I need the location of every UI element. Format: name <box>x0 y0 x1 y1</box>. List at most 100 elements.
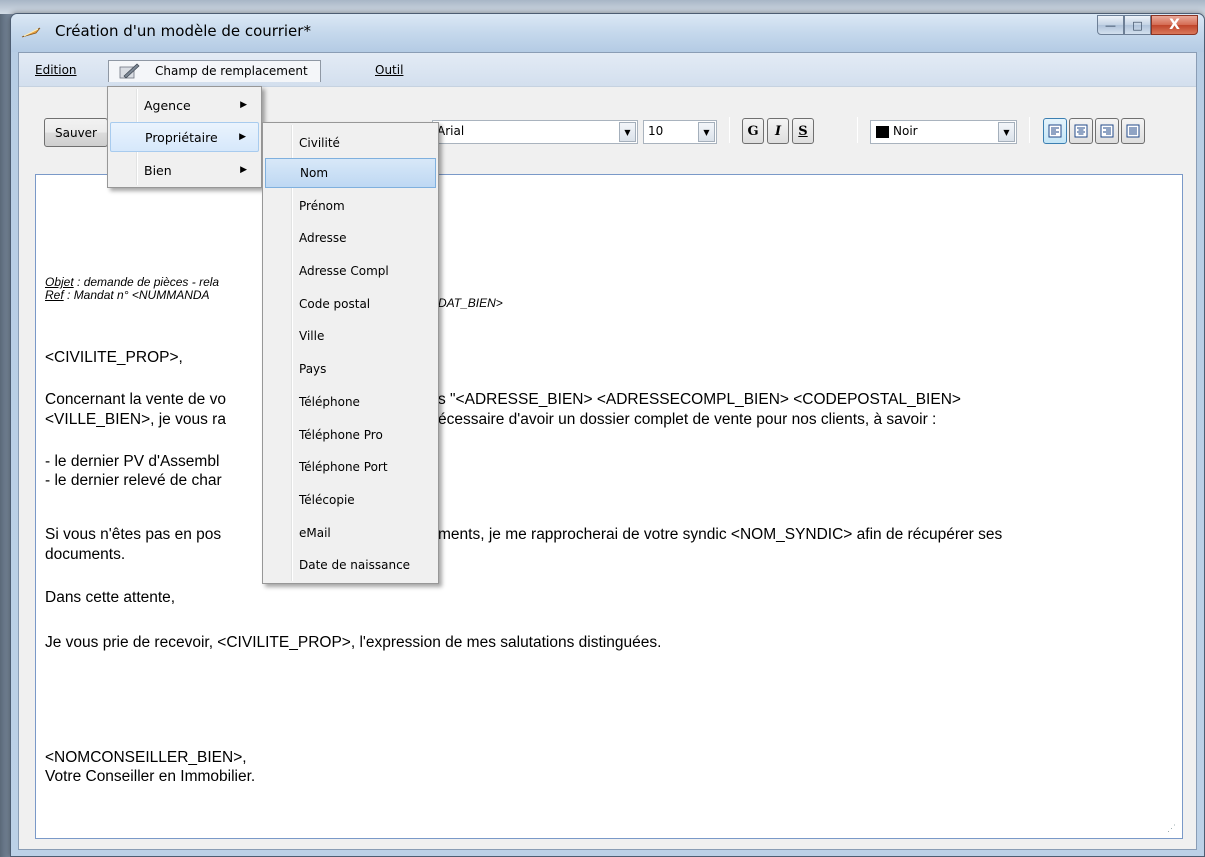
menu-pen-icon <box>119 63 140 79</box>
toolbar-separator <box>1029 117 1030 143</box>
underline-button[interactable]: S <box>792 118 814 144</box>
close-icon: X <box>1169 17 1180 33</box>
align-center-icon <box>1074 124 1088 138</box>
align-right-button[interactable] <box>1095 118 1119 144</box>
submenu-item-nom[interactable]: Nom <box>265 158 436 188</box>
dropdown-arrow-icon[interactable]: ▼ <box>619 122 636 142</box>
para2-line1-end: ments, je me rapprocherai de votre syndi… <box>438 526 1003 543</box>
app-feather-icon <box>21 27 41 38</box>
align-left-button[interactable] <box>1043 118 1067 144</box>
submenu-item-telecopie[interactable]: Télécopie <box>265 485 436 515</box>
submenu-item-email[interactable]: eMail <box>265 518 436 548</box>
color-swatch <box>876 126 889 138</box>
window-title: Création d'un modèle de courrier* <box>55 22 311 40</box>
menu-outil[interactable]: Outil <box>375 63 403 77</box>
ref-text: : Mandat n° <NUMMANDA <box>63 288 210 302</box>
document-editor[interactable]: Objet : demande de pièces - rela Ref : M… <box>35 174 1183 839</box>
justify-icon <box>1126 124 1140 138</box>
ref-label: Ref <box>45 288 64 302</box>
champ-dropdown-menu: Agence ▶ Propriétaire ▶ Bien ▶ <box>107 86 262 188</box>
submenu-item-label: Téléphone <box>299 395 360 409</box>
submenu-item-label: Téléphone Port <box>299 460 388 474</box>
attente-line: Dans cette attente, <box>45 589 176 606</box>
dropdown-arrow-icon[interactable]: ▼ <box>698 122 715 142</box>
minimize-icon: — <box>1105 18 1116 32</box>
menu-outil-label: Outil <box>375 63 404 77</box>
chevron-right-icon: ▶ <box>240 100 247 110</box>
align-left-icon <box>1048 124 1062 138</box>
submenu-item-telephone-port[interactable]: Téléphone Port <box>265 452 436 482</box>
menu-edition-label: Edition <box>35 63 77 77</box>
submenu-item-prenom[interactable]: Prénom <box>265 191 436 221</box>
underline-label: S <box>798 123 808 139</box>
para1-line2-end: écessaire d'avoir un dossier complet de … <box>438 411 937 428</box>
para2-line1-start: Si vous n'êtes pas en pos <box>45 526 222 543</box>
dropdown-arrow-icon[interactable]: ▼ <box>998 122 1015 142</box>
submenu-item-label: Civilité <box>299 136 340 150</box>
submenu-item-date-naissance[interactable]: Date de naissance <box>265 550 436 580</box>
civilite-line: <CIVILITE_PROP>, <box>45 349 183 366</box>
menu-item-bien[interactable]: Bien ▶ <box>110 155 259 185</box>
italic-button[interactable]: I <box>767 118 789 144</box>
menu-champ-de-remplacement[interactable]: Champ de remplacement <box>108 60 321 82</box>
menu-edition[interactable]: Edition <box>35 63 77 77</box>
menu-item-proprietaire[interactable]: Propriétaire ▶ <box>110 122 259 152</box>
objet-line: Objet : demande de pièces - rela <box>45 275 219 289</box>
italic-label: I <box>774 123 782 139</box>
ref-line: Ref : Mandat n° <NUMMANDA <box>45 288 210 302</box>
maximize-button[interactable]: □ <box>1124 15 1151 35</box>
minimize-button[interactable]: — <box>1097 15 1124 35</box>
submenu-item-label: Téléphone Pro <box>299 428 383 442</box>
objet-text: : demande de pièces - rela <box>73 275 220 289</box>
save-button[interactable]: Sauver <box>44 118 108 147</box>
submenu-item-label: Ville <box>299 329 325 343</box>
submenu-item-label: Nom <box>300 166 329 180</box>
font-name-select[interactable]: Arial ▼ <box>432 120 638 144</box>
font-size-select[interactable]: 10 ▼ <box>643 120 717 144</box>
text-color-select[interactable]: Noir ▼ <box>870 120 1017 144</box>
submenu-item-label: Prénom <box>299 199 345 213</box>
submenu-item-label: eMail <box>299 526 331 540</box>
submenu-item-pays[interactable]: Pays <box>265 354 436 384</box>
maximize-icon: □ <box>1132 18 1143 32</box>
list-item: - le dernier relevé de char <box>45 472 222 489</box>
menu-item-label: Agence <box>144 97 191 113</box>
submenu-item-label: Adresse Compl <box>299 264 389 278</box>
ref-line-tail: DAT_BIEN> <box>438 296 503 310</box>
font-size-value: 10 <box>648 124 664 138</box>
conseiller-line: <NOMCONSEILLER_BIEN>, <box>45 749 247 766</box>
submenu-item-ville[interactable]: Ville <box>265 321 436 351</box>
justify-button[interactable] <box>1121 118 1145 144</box>
bold-label: G <box>747 123 759 139</box>
menu-item-agence[interactable]: Agence ▶ <box>110 90 259 120</box>
align-center-button[interactable] <box>1069 118 1093 144</box>
font-name-value: Arial <box>437 124 465 138</box>
toolbar-separator <box>729 117 730 143</box>
submenu-item-telephone[interactable]: Téléphone <box>265 387 436 417</box>
toolbar-separator <box>857 117 858 143</box>
chevron-right-icon: ▶ <box>240 165 247 175</box>
salutations-line: Je vous prie de recevoir, <CIVILITE_PROP… <box>45 634 662 651</box>
objet-label: Objet <box>45 275 74 289</box>
bold-button[interactable]: G <box>742 118 764 144</box>
menu-champ-label: Champ de remplacement <box>155 64 308 78</box>
align-right-icon <box>1100 124 1114 138</box>
text-color-value: Noir <box>893 124 918 138</box>
title-bar[interactable]: Création d'un modèle de courrier* — □ X <box>11 14 1204 52</box>
submenu-item-adresse[interactable]: Adresse <box>265 223 436 253</box>
menu-item-label: Bien <box>144 162 172 178</box>
submenu-item-label: Date de naissance <box>299 558 411 572</box>
resize-grip-icon[interactable]: ⋰ <box>1167 823 1179 835</box>
menu-item-label: Propriétaire <box>145 129 218 145</box>
desktop-background <box>0 0 1205 14</box>
para1-line2-start: <VILLE_BIEN>, je vous ra <box>45 411 226 428</box>
close-button[interactable]: X <box>1151 15 1198 35</box>
submenu-item-label: Code postal <box>299 297 371 311</box>
submenu-item-code-postal[interactable]: Code postal <box>265 289 436 319</box>
signature-line: Votre Conseiller en Immobilier. <box>45 768 256 785</box>
proprietaire-submenu: Civilité Nom Prénom Adresse Adresse Comp… <box>262 122 439 584</box>
submenu-item-adresse-compl[interactable]: Adresse Compl <box>265 256 436 286</box>
submenu-item-civilite[interactable]: Civilité <box>265 128 436 158</box>
submenu-item-telephone-pro[interactable]: Téléphone Pro <box>265 420 436 450</box>
caption-buttons: — □ X <box>1097 15 1198 35</box>
